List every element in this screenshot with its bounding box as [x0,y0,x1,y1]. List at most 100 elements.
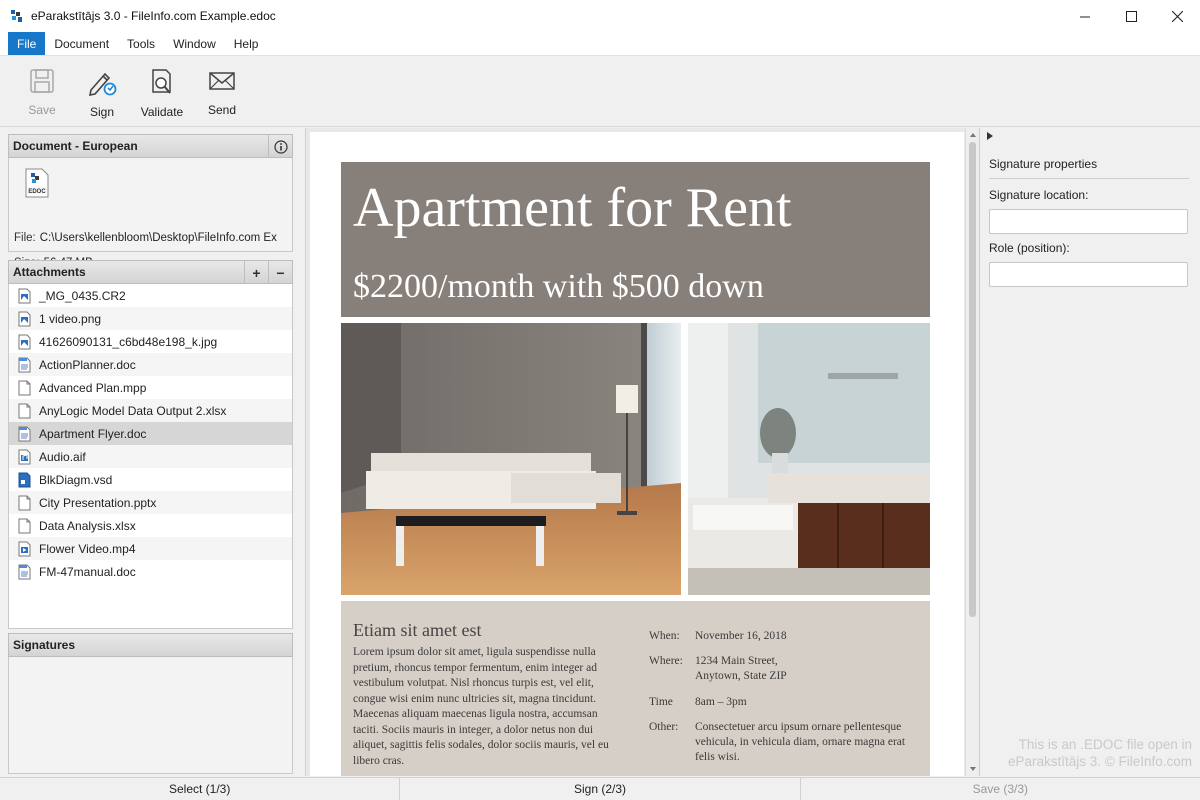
left-panel: Document - European EDOC File: C:\Users\k… [8,134,293,774]
attachment-row[interactable]: BlkDiagm.vsd [9,468,292,491]
image-file-icon [18,334,31,349]
signature-location-label: Signature location: [989,188,1089,202]
step-select[interactable]: Select (1/3) [0,778,401,800]
attachments-list: _MG_0435.CR2 1 video.png 41626090131_c6bd4… [8,284,293,629]
floppy-disk-icon [30,69,54,93]
workflow-steps-bar: Select (1/3) Sign (2/3) Save (3/3) [0,777,1200,800]
document-section-header: Document - European [8,134,293,158]
attachment-row[interactable]: ActionPlanner.doc [9,353,292,376]
minimize-button[interactable] [1062,0,1108,32]
info-when-row: When: November 16, 2018 [649,629,925,644]
window-title: eParakstītājs 3.0 - FileInfo.com Example… [31,9,276,23]
watermark-line-1: This is an .EDOC file open in [1018,737,1192,752]
other-value: Consectetuer arcu ipsum ornare pellentes… [695,721,906,763]
menu-document[interactable]: Document [45,32,118,55]
document-info-button[interactable] [268,135,292,158]
role-position-input[interactable] [989,262,1188,287]
maximize-icon [1125,10,1137,22]
send-label: Send [207,103,237,117]
sign-label: Sign [89,105,115,119]
menu-help[interactable]: Help [225,32,268,55]
attachment-row[interactable]: Data Analysis.xlsx [9,514,292,537]
menu-window[interactable]: Window [164,32,225,55]
title-bar: eParakstītājs 3.0 - FileInfo.com Example… [0,0,1200,32]
watermark-text: This is an .EDOC file open in eParakstīt… [1008,736,1192,770]
attachment-row[interactable]: Advanced Plan.mpp [9,376,292,399]
document-scrollbar[interactable] [965,128,979,776]
step-save[interactable]: Save (3/3) [801,778,1200,800]
signatures-section-title: Signatures [13,638,76,652]
add-attachment-button[interactable]: + [244,261,268,284]
close-button[interactable] [1154,0,1200,32]
menu-bar: File Document Tools Window Help [0,32,1200,56]
attachments-section-title: Attachments [13,265,86,279]
attachment-row[interactable]: FM-47manual.doc [9,560,292,583]
minimize-icon [1079,16,1090,17]
send-button[interactable]: Send [192,56,252,126]
time-value: 8am – 3pm [695,696,747,708]
flyer-title: Apartment for Rent [353,177,792,239]
attachment-row[interactable]: 1 video.png [9,307,292,330]
toolbar: Save Sign Validate Send [0,56,1200,127]
role-position-label: Role (position): [989,241,1070,255]
step-sign[interactable]: Sign (2/3) [400,778,801,800]
attachment-name: FM-47manual.doc [39,564,136,579]
signature-properties-panel: Signature properties Signature location:… [979,128,1200,776]
remove-attachment-button[interactable]: − [268,261,292,284]
attachment-name: 1 video.png [39,311,102,326]
menu-tools[interactable]: Tools [118,32,164,55]
attachments-section-header: Attachments + − [8,260,293,284]
where-line-1: 1234 Main Street, [695,655,778,667]
attachment-row[interactable]: Audio.aif [9,445,292,468]
validate-magnifier-icon [152,69,171,94]
close-icon [1171,10,1183,22]
scroll-down-icon[interactable] [966,764,980,774]
attachment-name: BlkDiagm.vsd [39,472,113,487]
attachment-name: Apartment Flyer.doc [39,426,147,441]
where-label: Where: [649,655,683,667]
where-line-2: Anytown, State ZIP [695,670,787,682]
when-value: November 16, 2018 [695,630,787,642]
audio-file-icon [18,449,31,464]
generic-file-icon [18,403,31,418]
file-label: File: [14,232,36,244]
attachment-row[interactable]: City Presentation.pptx [9,491,292,514]
flyer-banner: Apartment for Rent $2200/month with $500… [341,162,930,317]
collapse-arrow-icon[interactable] [986,131,994,141]
scroll-up-icon[interactable] [966,130,980,140]
scrollbar-thumb[interactable] [969,142,976,617]
image-file-icon [18,288,31,303]
generic-file-icon [18,380,31,395]
generic-file-icon [18,495,31,510]
save-button[interactable]: Save [12,56,72,126]
where-value: 1234 Main Street, Anytown, State ZIP [695,654,925,684]
attachment-row[interactable]: AnyLogic Model Data Output 2.xlsx [9,399,292,422]
signature-location-input[interactable] [989,209,1188,234]
attachment-row[interactable]: Flower Video.mp4 [9,537,292,560]
attachment-row[interactable]: Apartment Flyer.doc [9,422,292,445]
attachment-name: Audio.aif [39,449,86,464]
validate-button[interactable]: Validate [132,56,192,126]
maximize-button[interactable] [1108,0,1154,32]
info-icon [273,139,288,154]
when-label: When: [649,630,680,642]
attachment-name: _MG_0435.CR2 [39,288,126,303]
attachment-name: ActionPlanner.doc [39,357,136,372]
time-label: Time [649,696,673,708]
living-room-photo [341,323,681,595]
menu-file[interactable]: File [8,32,46,55]
info-other-row: Other: Consectetuer arcu ipsum ornare pe… [649,720,925,765]
visio-file-icon [18,472,31,487]
validate-label: Validate [140,105,184,119]
flyer-info-box: Etiam sit amet est Lorem ipsum dolor sit… [341,601,930,776]
signature-properties-title: Signature properties [989,157,1098,171]
attachment-name: Advanced Plan.mpp [39,380,147,395]
signatures-list [8,657,293,774]
attachment-name: 41626090131_c6bd48e198_k.jpg [39,334,218,349]
attachment-row[interactable]: 41626090131_c6bd48e198_k.jpg [9,330,292,353]
attachment-row[interactable]: _MG_0435.CR2 [9,284,292,307]
edoc-icon-label: EDOC [28,189,46,195]
document-details: EDOC File: C:\Users\kellenbloom\Desktop\F… [8,158,293,269]
sign-button[interactable]: Sign [72,56,132,126]
info-body-text: Lorem ipsum dolor sit amet, ligula suspe… [353,646,609,767]
